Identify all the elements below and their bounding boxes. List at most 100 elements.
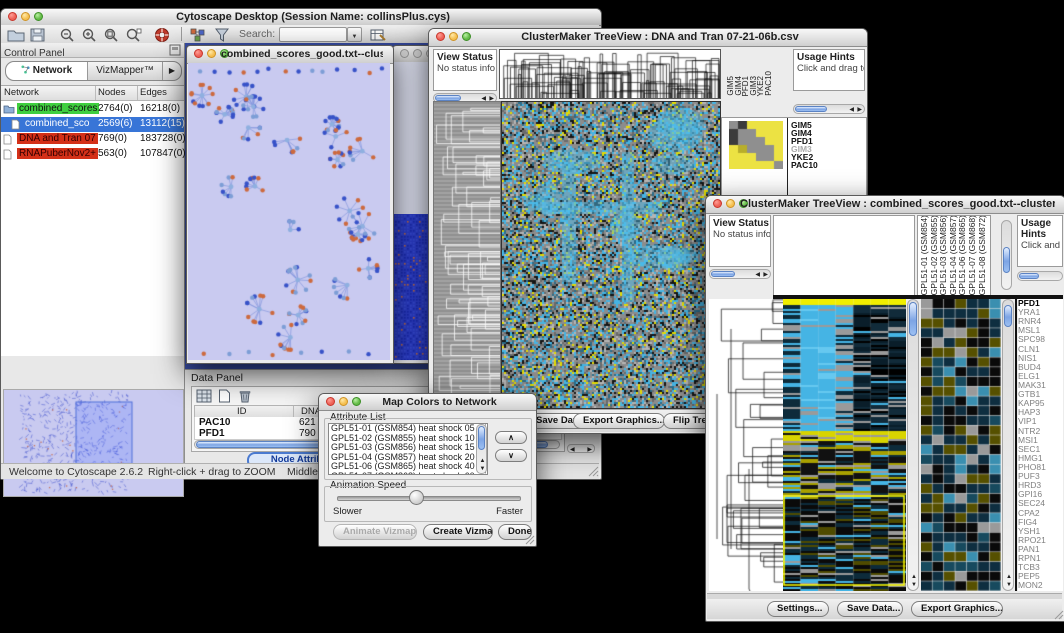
minimize-icon[interactable] [207, 49, 216, 58]
speed-slider-track[interactable] [337, 496, 521, 501]
col-network[interactable]: Network [4, 87, 39, 98]
search-input[interactable] [279, 27, 347, 42]
move-up-button[interactable]: ∧ [495, 431, 527, 444]
zoom-in-icon[interactable] [81, 27, 99, 43]
scroll-left-icon[interactable]: ◀ [849, 107, 854, 113]
dense-network-canvas[interactable] [394, 214, 429, 360]
zoom-fit-icon[interactable] [125, 27, 143, 43]
heatmap-global-canvas[interactable] [783, 299, 906, 591]
speed-slider-thumb[interactable] [409, 490, 424, 505]
scroll-up-icon[interactable]: ▲ [911, 574, 917, 580]
column-dendrogram-area[interactable] [773, 215, 915, 297]
scroll-up-icon[interactable]: ▲ [480, 458, 486, 464]
network-canvas[interactable] [188, 63, 390, 360]
delete-attribute-icon[interactable] [238, 389, 252, 403]
main-titlebar[interactable]: Cytoscape Desktop (Session Name: collins… [1, 9, 601, 26]
network-row-rnapuber[interactable]: RNAPuberNov2+ 563(0) 107847(0) [1, 147, 184, 162]
scroll-right-icon[interactable]: ▶ [587, 447, 592, 453]
close-icon[interactable] [326, 397, 335, 406]
gene-label[interactable]: MON2 [1018, 581, 1063, 590]
network-overview-canvas[interactable] [3, 389, 184, 497]
treeview2-titlebar[interactable]: ClusterMaker TreeView : combined_scores_… [706, 196, 1064, 214]
save-session-icon[interactable] [29, 27, 47, 43]
attribute-item[interactable]: GPL51-07 (GSM868) heat shock 60 min [331, 472, 487, 476]
minimize-icon[interactable] [339, 397, 348, 406]
treeview1-titlebar[interactable]: ClusterMaker TreeView : DNA and Tran 07-… [429, 29, 867, 47]
export-graphics-button[interactable]: Export Graphics... [573, 413, 665, 429]
network-overview-icon[interactable] [189, 27, 207, 43]
close-icon[interactable] [713, 199, 722, 208]
dialog-titlebar[interactable]: Map Colors to Network [319, 394, 536, 411]
tab-network[interactable]: Network [6, 62, 88, 80]
close-icon[interactable] [436, 32, 445, 41]
scroll-down-icon[interactable]: ▼ [480, 466, 486, 472]
close-icon[interactable] [400, 49, 409, 58]
attribute-grid-icon[interactable] [196, 389, 212, 403]
float-panel-icon[interactable] [169, 44, 181, 56]
data-row-value[interactable]: 621 [299, 417, 316, 428]
network-view-titlebar[interactable]: combined_scores_good.txt--cluste... [187, 46, 393, 64]
row-dendrogram-canvas[interactable] [433, 101, 501, 409]
open-session-icon[interactable] [7, 27, 25, 43]
corner-hscrollbar[interactable]: ◀▶ [567, 444, 595, 453]
heatmap-zoom-canvas[interactable] [921, 299, 1001, 591]
animate-vizmap-button[interactable]: Animate Vizmap [333, 524, 417, 540]
scroll-down-icon[interactable]: ▼ [1006, 582, 1012, 588]
column-label[interactable]: GPL51-08 (GSM872) [978, 215, 987, 295]
help-lifesaver-icon[interactable] [153, 27, 171, 43]
zoom-out-icon[interactable] [59, 27, 77, 43]
scroll-left-icon[interactable]: ◀ [755, 272, 760, 278]
background-network-window[interactable] [392, 45, 432, 364]
minimize-icon[interactable] [449, 32, 458, 41]
close-icon[interactable] [194, 49, 203, 58]
close-icon[interactable] [8, 12, 17, 21]
resize-grip-icon[interactable] [525, 535, 535, 545]
tabs-overflow-button[interactable]: ▶ [163, 62, 181, 80]
scroll-up-icon[interactable]: ▲ [1006, 574, 1012, 580]
network-row-selected[interactable]: combined_sco 2569(6) 13112(15) [1, 117, 184, 132]
scroll-down-icon[interactable]: ▼ [911, 582, 917, 588]
resize-grip-icon[interactable] [588, 466, 599, 477]
view-status-scrollbar[interactable]: ◀ ▶ [709, 269, 771, 279]
usage-hints-scrollbar[interactable]: ◀ ▶ [793, 104, 865, 114]
save-data-button[interactable]: Save Data... [837, 601, 903, 617]
minimize-icon[interactable] [21, 12, 30, 21]
column-label[interactable]: GPL51-02 (GSM855) [930, 215, 939, 295]
heatmap-vscrollbar[interactable]: ▲ ▼ [907, 299, 919, 591]
move-down-button[interactable]: ∨ [495, 449, 527, 462]
row-dendrogram-canvas[interactable] [709, 299, 783, 591]
column-dendrogram-canvas[interactable] [499, 49, 721, 99]
zoom-selected-icon[interactable] [103, 27, 121, 43]
scroll-left-icon[interactable]: ◀ [570, 447, 575, 453]
sliver-titlebar[interactable] [393, 46, 431, 63]
network-row-combined-scores[interactable]: combined_scores 2764(0) 16218(0) [1, 102, 184, 117]
data-row-id[interactable]: PAC10 [199, 417, 231, 428]
minimize-icon[interactable] [413, 49, 422, 58]
table-edit-icon[interactable] [369, 27, 387, 43]
labels-vscrollbar[interactable] [1001, 220, 1012, 290]
export-graphics-button[interactable]: Export Graphics... [911, 601, 1003, 617]
tab-vizmapper[interactable]: VizMapper™ [88, 62, 163, 80]
search-dropdown-button[interactable]: ▼ [347, 27, 362, 42]
col-nodes[interactable]: Nodes [98, 87, 125, 98]
column-label[interactable]: PAC10 [765, 71, 773, 96]
zoom-vscrollbar[interactable]: ▲ ▼ [1002, 299, 1014, 591]
new-attribute-icon[interactable] [218, 389, 231, 403]
resize-grip-icon[interactable] [1054, 610, 1064, 620]
column-label[interactable]: GPL51-01 (GSM854) [920, 215, 929, 295]
gene-label[interactable]: PAC10 [791, 161, 863, 169]
col-edges[interactable]: Edges [140, 87, 167, 98]
attribute-list[interactable]: GPL51-01 (GSM854) heat shock 05 minGPL51… [328, 423, 488, 475]
settings-button[interactable]: Settings... [767, 601, 829, 617]
filter-icon[interactable] [213, 27, 231, 43]
column-label[interactable]: GPL51-03 (GSM856) [939, 215, 948, 295]
minimize-icon[interactable] [726, 199, 735, 208]
column-label[interactable]: GPL51-07 (GSM868) [968, 215, 977, 295]
column-label[interactable]: GPL51-06 (GSM865) [958, 215, 967, 295]
heatmap-global-canvas[interactable] [501, 101, 721, 409]
zoom-matrix-canvas[interactable] [729, 121, 783, 169]
attribute-list-scrollbar[interactable]: ▲ ▼ [476, 424, 487, 474]
data-row-value[interactable]: 790 [299, 428, 316, 439]
data-row-id[interactable]: PFD1 [199, 428, 225, 439]
data-col-id[interactable]: ID [237, 406, 247, 417]
